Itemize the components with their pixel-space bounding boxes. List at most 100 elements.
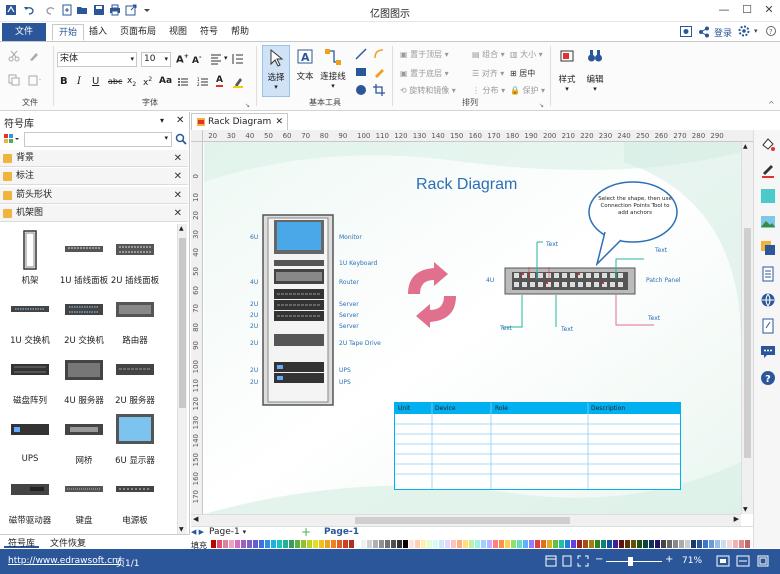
arrange-dialog-launcher-icon[interactable]: ↘	[539, 102, 544, 109]
color-swatch[interactable]	[601, 540, 606, 548]
color-swatch[interactable]	[505, 540, 510, 548]
ellipse-tool-icon[interactable]	[355, 84, 367, 96]
color-swatch[interactable]	[721, 540, 726, 548]
tab-symbols[interactable]: 符号	[194, 24, 224, 41]
color-swatch[interactable]	[697, 540, 702, 548]
text-label[interactable]: Text	[546, 241, 558, 248]
color-swatch[interactable]	[247, 540, 252, 548]
color-swatch[interactable]	[301, 540, 306, 548]
device-label[interactable]: UPS	[339, 379, 351, 386]
italic-icon[interactable]: I	[77, 76, 81, 87]
device-label[interactable]: UPS	[339, 367, 351, 374]
maximize-icon[interactable]: ☐	[740, 4, 754, 16]
color-swatch[interactable]	[493, 540, 498, 548]
chevron-down-icon[interactable]: ▾	[224, 54, 228, 62]
color-swatch[interactable]	[541, 540, 546, 548]
callout-text[interactable]: Select the shape, then use Connection Po…	[596, 196, 674, 217]
page-view-icon[interactable]	[561, 555, 573, 567]
text-label[interactable]: Text	[648, 315, 660, 322]
color-swatch[interactable]	[361, 540, 366, 548]
tab-insert[interactable]: 插入	[83, 24, 113, 41]
drawing-canvas[interactable]: Rack Diagram 6U 4U 2U 2U 2U 2U 2U 2U Mon…	[204, 142, 741, 514]
superscript-icon[interactable]: x2	[143, 76, 152, 88]
grow-font-icon[interactable]: A+	[176, 53, 189, 65]
color-swatch[interactable]	[517, 540, 522, 548]
color-swatch[interactable]	[565, 540, 570, 548]
color-swatch[interactable]	[319, 540, 324, 548]
underline-icon[interactable]: U	[92, 76, 99, 87]
color-swatch[interactable]	[709, 540, 714, 548]
settings-gear-icon[interactable]	[738, 25, 750, 37]
color-swatch[interactable]	[487, 540, 492, 548]
screenshot-icon[interactable]	[680, 26, 692, 37]
tab-view[interactable]: 视图	[163, 24, 193, 41]
text-tool-button[interactable]: A 文本	[292, 45, 318, 97]
strikethrough-icon[interactable]: abc	[108, 77, 122, 86]
color-swatch[interactable]	[559, 540, 564, 548]
shape-2u-server[interactable]: 2U 服务器	[107, 350, 163, 406]
diagram-title[interactable]: Rack Diagram	[416, 176, 517, 194]
patch-panel-label[interactable]: Patch Panel	[646, 277, 681, 284]
canvas-horizontal-scrollbar[interactable]: ◀ ▶	[191, 514, 741, 526]
library-scrollbar[interactable]: ▲ ▼	[177, 224, 187, 534]
pin-icon[interactable]: ▾	[160, 116, 164, 125]
bold-icon[interactable]: B	[60, 76, 68, 87]
page-nav-icon[interactable]: ◀ ▶	[191, 528, 204, 536]
close-icon[interactable]: ✕	[174, 150, 182, 167]
shape-power-strip[interactable]: 电源板	[107, 470, 163, 526]
color-swatch[interactable]	[481, 540, 486, 548]
fill-icon[interactable]	[760, 136, 776, 152]
options-chevron-icon[interactable]: ▾	[754, 27, 758, 35]
rack-unit-label[interactable]: 2U	[250, 323, 258, 330]
color-swatch[interactable]	[223, 540, 228, 548]
shrink-font-icon[interactable]: A-	[192, 54, 201, 66]
scrollbar-thumb[interactable]	[355, 517, 570, 524]
color-swatch[interactable]	[307, 540, 312, 548]
fit-whole-icon[interactable]	[756, 554, 770, 568]
rack-cabinet[interactable]	[262, 214, 334, 406]
rack-unit-label[interactable]: 2U	[250, 379, 258, 386]
color-swatch[interactable]	[727, 540, 732, 548]
color-swatch[interactable]	[745, 540, 750, 548]
tab-file[interactable]: 文件	[2, 23, 46, 42]
color-swatch[interactable]	[283, 540, 288, 548]
crop-tool-icon[interactable]	[373, 84, 385, 96]
share-icon[interactable]	[698, 26, 710, 38]
close-icon[interactable]: ✕	[174, 187, 182, 204]
color-swatch[interactable]	[379, 540, 384, 548]
color-swatch[interactable]	[211, 540, 216, 548]
website-link[interactable]: http://www.edrawsoft.cn/	[8, 556, 121, 566]
color-swatch[interactable]	[427, 540, 432, 548]
document-tab[interactable]: Rack Diagram ✕	[191, 113, 288, 130]
library-callouts[interactable]: 标注 ✕	[0, 168, 188, 185]
color-swatch[interactable]	[577, 540, 582, 548]
color-swatch[interactable]	[733, 540, 738, 548]
color-swatch[interactable]	[349, 540, 354, 548]
color-swatch[interactable]	[259, 540, 264, 548]
fit-page-icon[interactable]	[716, 554, 730, 568]
font-size-select[interactable]: 10 ▾	[141, 52, 171, 67]
color-swatch[interactable]	[625, 540, 630, 548]
zoom-slider-track[interactable]	[606, 561, 662, 562]
active-page-tab[interactable]: Page-1	[324, 527, 359, 537]
color-swatch[interactable]	[445, 540, 450, 548]
info-table[interactable]: Unit Device Role Description	[394, 402, 681, 490]
color-swatch[interactable]	[715, 540, 720, 548]
color-swatch[interactable]	[463, 540, 468, 548]
color-swatch[interactable]	[661, 540, 666, 548]
rack-unit-label[interactable]: 2U	[250, 367, 258, 374]
numbering-icon[interactable]: 12	[197, 76, 209, 88]
color-swatch[interactable]	[433, 540, 438, 548]
close-tab-icon[interactable]: ✕	[275, 114, 283, 130]
style-button[interactable]: 样式 ▾	[554, 48, 580, 98]
color-swatch[interactable]	[295, 540, 300, 548]
color-swatch[interactable]	[355, 540, 360, 548]
minimize-icon[interactable]: —	[717, 4, 731, 16]
rack-unit-label[interactable]: 6U	[250, 234, 258, 241]
theme-icon[interactable]	[760, 188, 776, 204]
color-swatch[interactable]	[511, 540, 516, 548]
font-dialog-launcher-icon[interactable]: ↘	[245, 102, 250, 109]
rack-unit-label[interactable]: 2U	[250, 312, 258, 319]
scrollbar-thumb[interactable]	[179, 238, 186, 408]
canvas-vertical-scrollbar[interactable]: ▲ ▼	[741, 142, 753, 514]
